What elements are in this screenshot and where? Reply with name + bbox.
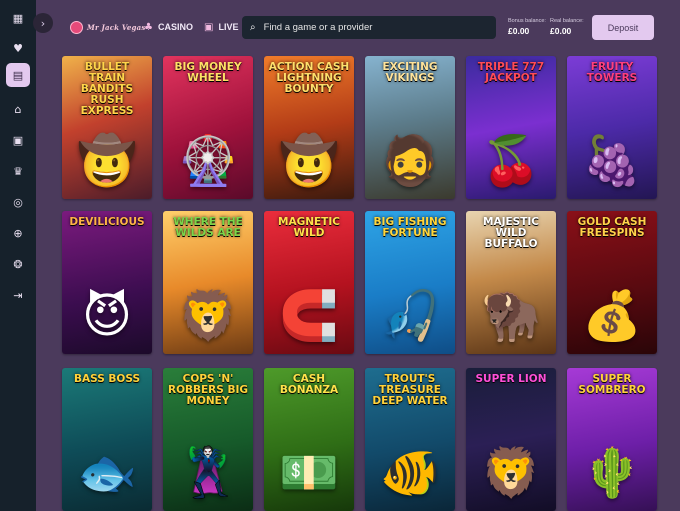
game-artwork: 🐟 — [77, 445, 137, 501]
game-tile[interactable]: Gold Cash Freespins 💰 — [567, 211, 657, 354]
trophy-icon[interactable]: ♛ — [8, 161, 28, 181]
game-artwork: 🦁 — [178, 288, 238, 344]
game-tile[interactable]: Cash Bonanza 💵 — [264, 368, 354, 511]
game-title: Magnetic Wild — [278, 216, 340, 239]
game-artwork: 🍇 — [582, 133, 642, 189]
game-title: Cash Bonanza — [279, 373, 339, 396]
plus-circle-icon[interactable]: ⊕ — [8, 223, 28, 243]
real-balance-value: £0.00 — [550, 26, 572, 36]
game-title: Bass Boss — [73, 373, 141, 385]
game-artwork: 😈 — [81, 288, 133, 344]
game-title: Gold Cash Freespins — [577, 216, 647, 239]
grid-icon[interactable]: ▦ — [8, 8, 28, 28]
game-artwork: 🧲 — [279, 288, 339, 344]
game-tile[interactable]: Super Lion 🦁 — [466, 368, 556, 511]
nav-casino[interactable]: ♣ CASINO — [144, 19, 193, 35]
heart-icon[interactable]: ♥ — [8, 38, 28, 58]
bank-icon[interactable]: ⌂ — [8, 99, 28, 119]
game-tile[interactable]: Trout's Treasure Deep Water 🐠 — [365, 368, 455, 511]
game-artwork: 🤠 — [279, 133, 339, 189]
game-title: Fruity Towers — [586, 61, 638, 84]
game-artwork: 💵 — [279, 445, 339, 501]
game-tile[interactable]: Magnetic Wild 🧲 — [264, 211, 354, 354]
real-balance: Real balance: £0.00 — [550, 18, 596, 36]
game-title: Trout's Treasure Deep Water — [372, 373, 448, 407]
header: Mr Jack Vegas ♣ CASINO ▣ LIVE ⌕ Bonus ba… — [36, 0, 680, 54]
game-artwork: 🍒 — [481, 133, 541, 189]
game-artwork: 🦬 — [481, 288, 541, 344]
nav-live-label: LIVE — [218, 22, 239, 32]
game-title: Devilicious — [69, 216, 145, 228]
game-tile[interactable]: Fruity Towers 🍇 — [567, 56, 657, 199]
real-balance-label: Real balance: — [550, 18, 584, 24]
live-tv-icon: ▣ — [204, 21, 214, 33]
game-tile[interactable]: Action Cash Lightning Bounty 🤠 — [264, 56, 354, 199]
clubs-icon: ♣ — [144, 21, 153, 33]
search-input[interactable] — [261, 21, 486, 34]
game-title: Action Cash Lightning Bounty — [268, 61, 350, 95]
game-tile[interactable]: Super Sombrero 🌵 — [567, 368, 657, 511]
game-title: Big Fishing Fortune — [373, 216, 447, 239]
game-title: Super Lion — [475, 373, 547, 385]
sidebar: ▦ ♥ ▤ ⌂ ▣ ♛ ◎ ⊕ ❂ ⇥ — [0, 0, 36, 511]
game-artwork: 🦹 — [178, 445, 238, 501]
game-artwork: 🎡 — [178, 133, 238, 189]
game-tile[interactable]: Exciting Vikings 🧔 — [365, 56, 455, 199]
game-title: Exciting Vikings — [382, 61, 438, 84]
game-tile[interactable]: Triple 777 Jackpot 🍒 — [466, 56, 556, 199]
logo-mark — [70, 20, 83, 34]
game-tile[interactable]: Bass Boss 🐟 — [62, 368, 152, 511]
game-artwork: 🎣 — [380, 288, 440, 344]
collapse-sidebar-button[interactable]: › — [33, 13, 53, 33]
casino-chip-icon[interactable]: ▤ — [6, 63, 30, 87]
game-artwork: 🧔 — [380, 133, 440, 189]
nav-live[interactable]: ▣ LIVE — [204, 19, 238, 35]
gift-icon[interactable]: ▣ — [8, 130, 28, 150]
nav-casino-label: CASINO — [157, 22, 193, 32]
game-title: Majestic Wild Buffalo — [483, 216, 539, 250]
game-title: Triple 777 Jackpot — [477, 61, 545, 84]
game-artwork: 🦁 — [481, 445, 541, 501]
game-tile[interactable]: Bullet Train Bandits Rush Express 🤠 — [62, 56, 152, 199]
deposit-button[interactable]: Deposit — [592, 15, 654, 40]
site-logo[interactable]: Mr Jack Vegas — [70, 20, 145, 34]
bonus-balance-value: £0.00 — [508, 26, 530, 36]
logout-icon[interactable]: ⇥ — [8, 285, 28, 305]
search-bar[interactable]: ⌕ — [242, 16, 496, 39]
chevron-right-icon: › — [40, 16, 46, 30]
game-title: Super Sombrero — [578, 373, 646, 396]
game-title: Where the Wilds Are — [173, 216, 243, 239]
game-title: Big Money Wheel — [174, 61, 242, 84]
game-artwork: 🐠 — [380, 445, 440, 501]
coins-icon[interactable]: ❂ — [8, 254, 28, 274]
game-title: Cops 'n' Robbers Big Money — [167, 373, 249, 407]
game-artwork: 🌵 — [582, 445, 642, 501]
game-title: Bullet Train Bandits Rush Express — [80, 61, 134, 117]
bonus-balance-label: Bonus balance: — [508, 18, 546, 24]
bonus-balance: Bonus balance: £0.00 — [508, 18, 554, 36]
game-tile[interactable]: Where the Wilds Are 🦁 — [163, 211, 253, 354]
game-tile[interactable]: Majestic Wild Buffalo 🦬 — [466, 211, 556, 354]
game-artwork: 🤠 — [77, 133, 137, 189]
game-tile[interactable]: Devilicious 😈 — [62, 211, 152, 354]
search-icon: ⌕ — [250, 22, 256, 33]
game-tile[interactable]: Big Fishing Fortune 🎣 — [365, 211, 455, 354]
game-artwork: 💰 — [582, 288, 642, 344]
game-tile[interactable]: Big Money Wheel 🎡 — [163, 56, 253, 199]
game-tile[interactable]: Cops 'n' Robbers Big Money 🦹 — [163, 368, 253, 511]
target-icon[interactable]: ◎ — [8, 192, 28, 212]
logo-text: Mr Jack Vegas — [87, 22, 146, 32]
